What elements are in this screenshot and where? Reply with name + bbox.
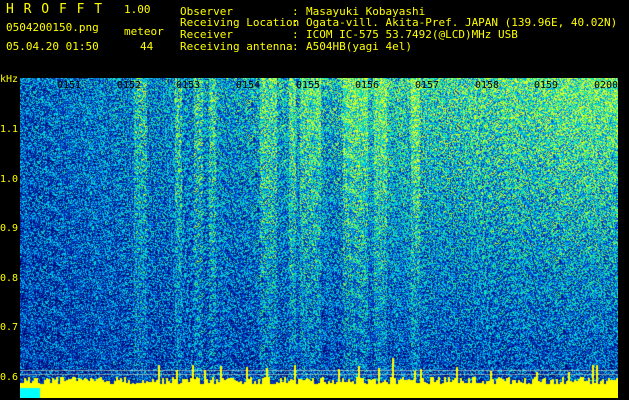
info-location-sep: : (292, 16, 299, 29)
axis-unit: kHz (0, 74, 19, 85)
spectrogram (20, 78, 618, 398)
app-title: H R O F F T (6, 2, 104, 17)
info-receiver-key: Receiver (180, 28, 233, 41)
x-tick: 0154 (236, 80, 261, 91)
x-tick: 0152 (117, 80, 142, 91)
x-tick: 0151 (57, 80, 82, 91)
y-tick: 0.6 (0, 372, 19, 383)
file-name: 0504200150.png (6, 21, 99, 34)
meteor-label: meteor (124, 25, 164, 38)
info-receiver-value: ICOM IC-575 53.7492(@LCD)MHz USB (306, 28, 518, 41)
meteor-count: 44 (140, 40, 154, 53)
app-version: 1.00 (124, 3, 151, 16)
info-antenna-value: A504HB(yagi 4el) (306, 40, 412, 53)
y-tick: 0.7 (0, 322, 19, 333)
info-antenna-key: Receiving antenna (180, 40, 293, 53)
x-tick: 0153 (176, 80, 201, 91)
y-tick: 1.0 (0, 174, 19, 185)
info-location-value: Ogata-vill. Akita-Pref. JAPAN (139.96E, … (306, 16, 618, 29)
x-tick: 0159 (534, 80, 559, 91)
x-tick: 0157 (415, 80, 440, 91)
info-receiver-sep: : (292, 28, 299, 41)
x-tick: 0200 (594, 80, 619, 91)
y-tick: 1.1 (0, 124, 19, 135)
x-tick: 0156 (355, 80, 380, 91)
info-antenna-sep: : (292, 40, 299, 53)
datetime: 05.04.20 01:50 (6, 40, 99, 53)
y-tick: 0.8 (0, 273, 19, 284)
info-location-key: Receiving Location (180, 16, 300, 29)
y-tick: 0.9 (0, 223, 19, 234)
x-tick: 0158 (475, 80, 500, 91)
x-tick: 0155 (296, 80, 321, 91)
